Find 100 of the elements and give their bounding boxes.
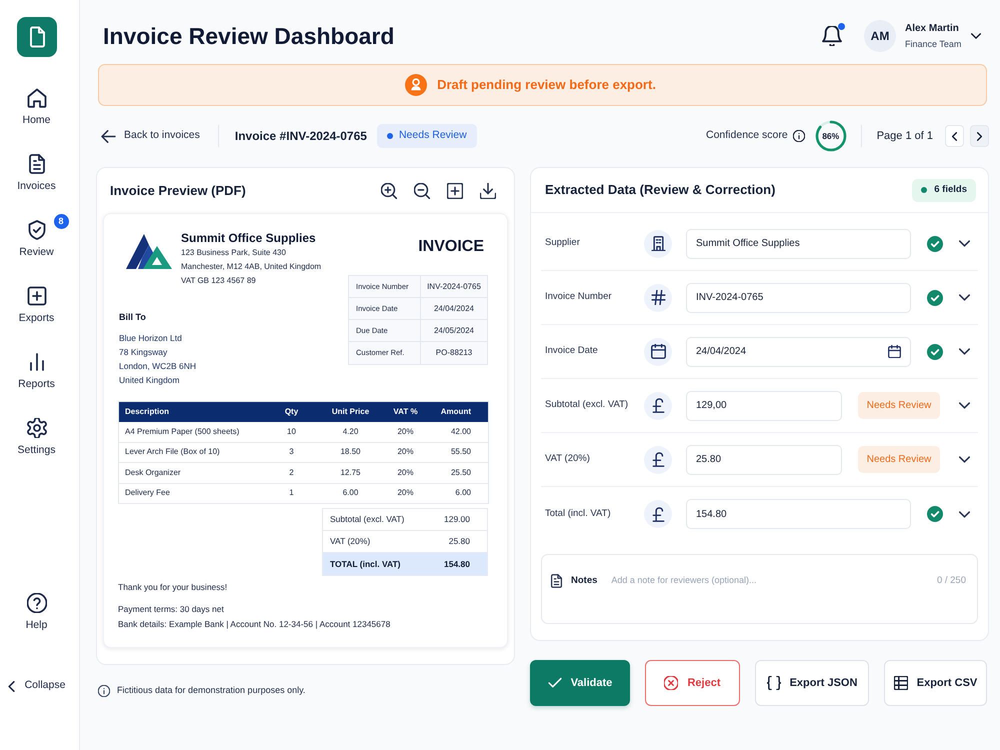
back-link[interactable]: Back to invoices xyxy=(101,128,200,144)
field-label: Total (incl. VAT) xyxy=(545,506,612,521)
input-field[interactable]: Summit Office Supplies xyxy=(686,228,911,258)
invoice-heading: INVOICE xyxy=(418,237,485,257)
table-icon xyxy=(894,676,908,690)
table-cell: 20% xyxy=(388,462,422,483)
table-cell: 42.00 xyxy=(422,422,488,442)
column-header: Description xyxy=(118,402,270,422)
placeholder-text: Add a note for reviewers (optional)... xyxy=(611,574,756,588)
previous-page-button[interactable] xyxy=(945,125,964,147)
settings-icon xyxy=(26,418,46,438)
person-icon xyxy=(405,74,428,96)
braces-icon xyxy=(766,676,781,690)
nav-item[interactable]: Home xyxy=(2,86,72,152)
info-icon xyxy=(98,685,110,697)
hash-icon xyxy=(644,284,672,312)
zoom-in-icon[interactable] xyxy=(381,182,397,198)
chevron-down-icon[interactable] xyxy=(971,33,981,39)
chevron-down-icon[interactable] xyxy=(959,348,970,355)
column-header: Amount xyxy=(422,402,488,422)
input-field[interactable]: 154.80 xyxy=(686,499,911,529)
review-badge: Needs Review xyxy=(858,392,940,419)
back-arrow-icon xyxy=(101,130,116,142)
user-name: Alex Martin xyxy=(905,22,960,36)
action-button[interactable]: Export CSV xyxy=(884,660,987,706)
table-cell: A4 Premium Paper (500 sheets) xyxy=(118,422,270,442)
nav-item[interactable]: Settings xyxy=(2,416,72,482)
table-cell: 3 xyxy=(270,442,312,462)
table-cell: 18.50 xyxy=(312,442,388,462)
totals-label: Subtotal (excl. VAT) xyxy=(329,513,406,526)
collapse-button[interactable]: Collapse xyxy=(8,676,66,696)
pound-icon xyxy=(644,446,672,474)
input-field[interactable]: 25.80 xyxy=(686,444,842,474)
plus-square-icon xyxy=(26,286,46,306)
building-icon xyxy=(644,230,672,258)
notes-label: Notes xyxy=(571,574,598,588)
invoice-number: Invoice #INV-2024-0765 xyxy=(234,128,367,145)
pound-icon xyxy=(644,392,672,420)
input-field[interactable]: 129,00 xyxy=(686,390,842,420)
meta-value: PO-88213 xyxy=(434,347,474,359)
action-button[interactable]: Reject xyxy=(645,660,740,706)
chevron-left-icon xyxy=(952,132,957,140)
field-label: Supplier xyxy=(545,236,581,250)
pound-icon xyxy=(644,500,672,528)
download-icon[interactable] xyxy=(480,182,496,198)
supplier-name: Summit Office Supplies xyxy=(181,230,317,246)
shield-check-icon xyxy=(26,220,46,240)
table-cell: 10 xyxy=(270,422,312,442)
chevron-right-icon xyxy=(977,132,982,140)
status-text: Needs Review xyxy=(398,128,467,144)
check-icon xyxy=(548,676,562,690)
notes-field[interactable]: Notes Add a note for reviewers (optional)... 0 / 250 xyxy=(541,554,978,624)
bill-to-line: United Kingdom xyxy=(119,374,180,387)
table-cell: 6.00 xyxy=(422,483,488,504)
calendar-icon[interactable] xyxy=(888,345,901,358)
nav-item[interactable]: Reports xyxy=(2,350,72,416)
table-cell: 25.50 xyxy=(422,462,488,483)
action-button[interactable]: Export JSON xyxy=(755,660,869,706)
next-page-button[interactable] xyxy=(970,125,989,147)
user-role: Finance Team xyxy=(905,38,962,50)
table-cell: 4.20 xyxy=(312,422,388,442)
chevron-down-icon[interactable] xyxy=(959,510,970,518)
input-field[interactable]: INV-2024-0765 xyxy=(686,282,911,312)
triangle-logo-icon xyxy=(125,232,172,270)
bill-to-line: London, WC2B 6NH xyxy=(119,360,198,373)
confidence-label: Confidence score xyxy=(706,128,788,144)
input-field[interactable]: 24/04/2024 xyxy=(686,336,911,366)
supplier-address: 123 Business Park, Suite 430 xyxy=(181,247,287,259)
totals-label: TOTAL (incl. VAT) xyxy=(323,553,425,575)
info-icon[interactable] xyxy=(792,130,805,142)
document-icon xyxy=(26,154,46,174)
file-logo-icon[interactable] xyxy=(16,17,56,57)
field-count-text: 6 fields xyxy=(934,182,967,197)
field-label: Subtotal (excl. VAT) xyxy=(545,398,630,412)
notes-icon xyxy=(550,574,563,588)
user-avatar[interactable]: AM xyxy=(864,20,896,52)
column-header: VAT % xyxy=(388,402,422,422)
chevron-down-icon[interactable] xyxy=(959,240,970,247)
supplier-address: Manchester, M12 4AB, United Kingdom xyxy=(181,261,322,273)
nav-item[interactable]: Exports xyxy=(2,284,72,350)
table-cell: 6.00 xyxy=(312,483,388,504)
chevron-down-icon[interactable] xyxy=(959,402,970,409)
field-label: Invoice Date xyxy=(545,344,599,358)
action-button[interactable]: Validate xyxy=(530,660,630,706)
banner-message: Draft pending review before export. xyxy=(437,76,656,94)
chevron-down-icon[interactable] xyxy=(959,456,970,463)
bell-icon[interactable] xyxy=(822,26,842,46)
totals-label: VAT (20%) xyxy=(329,535,372,548)
table-cell: 12.75 xyxy=(312,462,388,483)
payment-terms: Payment terms: 30 days net xyxy=(118,603,225,616)
table-cell: 20% xyxy=(388,422,422,442)
page-title: Invoice Review Dashboard xyxy=(103,22,394,51)
table-cell: Desk Organizer xyxy=(118,462,270,483)
meta-value: 24/05/2024 xyxy=(432,324,476,336)
review-badge: Needs Review xyxy=(858,446,940,473)
chevron-down-icon[interactable] xyxy=(959,294,970,301)
help-button[interactable]: Help xyxy=(2,591,72,657)
confidence-value: 86% xyxy=(821,131,840,141)
meta-value: 24/04/2024 xyxy=(432,302,476,314)
zoom-out-icon[interactable] xyxy=(414,182,430,198)
